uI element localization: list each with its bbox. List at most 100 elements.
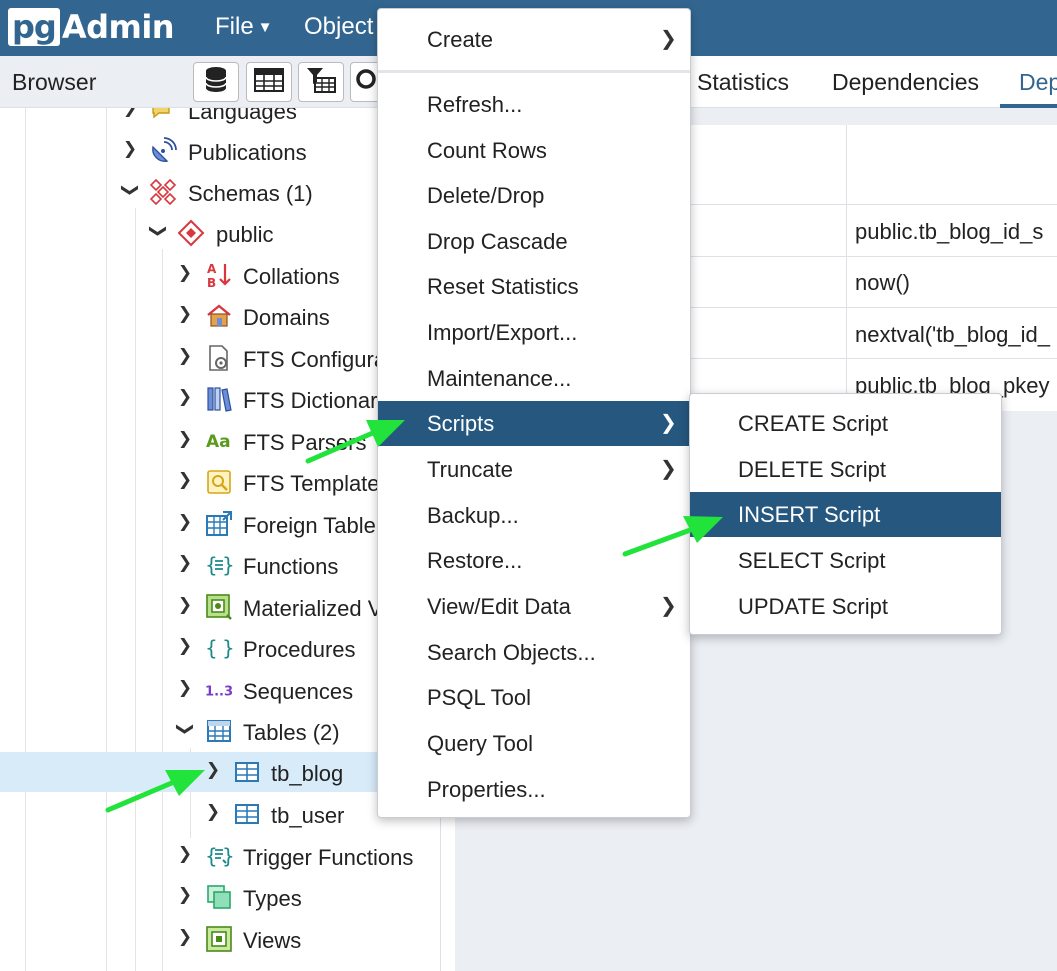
views-icon xyxy=(205,925,233,953)
tree-item-public[interactable]: ❯ public xyxy=(0,213,440,253)
domains-icon xyxy=(205,302,233,330)
submenu-item-label: UPDATE Script xyxy=(738,594,888,619)
menu-item-delete-drop[interactable]: Delete/Drop xyxy=(378,173,690,218)
chevron-down-icon: ❯ xyxy=(176,721,195,737)
svg-text:1..3: 1..3 xyxy=(205,685,233,700)
svg-text:Aa: Aa xyxy=(206,432,231,452)
tree-item-functions[interactable]: ❯ {} Functions xyxy=(0,545,440,585)
chevron-right-icon: ❯ xyxy=(120,108,140,118)
chevron-right-icon: ❯ xyxy=(177,346,193,365)
menu-item-properties[interactable]: Properties... xyxy=(378,767,690,812)
tree-item-label: tb_user xyxy=(271,803,345,828)
tree-item-label: Trigger Functions xyxy=(243,845,414,870)
query-tool-button[interactable] xyxy=(193,62,239,102)
table-row-divider xyxy=(690,307,1057,308)
menu-object-label: Object xyxy=(304,13,374,40)
search-icon xyxy=(355,68,379,97)
procedures-icon: {} xyxy=(205,634,233,662)
chevron-right-icon: ❯ xyxy=(177,844,193,863)
chevron-right-icon: ❯ xyxy=(177,512,193,531)
menu-item-query-tool[interactable]: Query Tool xyxy=(378,721,690,766)
menu-item-refresh[interactable]: Refresh... xyxy=(378,82,690,127)
menu-item-scripts[interactable]: Scripts ❯ xyxy=(378,401,690,446)
tree-item-fts-configurations[interactable]: ❯ FTS Configura xyxy=(0,338,440,378)
tree-item-label: FTS Template xyxy=(243,471,380,496)
trigger-functions-icon: {} xyxy=(205,842,233,870)
tree-item-label: Schemas (1) xyxy=(188,181,313,206)
tree-item-label: Functions xyxy=(243,554,339,579)
tree-item-fts-templates[interactable]: ❯ FTS Template xyxy=(0,462,440,502)
submenu-item-create-script[interactable]: CREATE Script xyxy=(690,401,1001,446)
svg-text:B: B xyxy=(207,276,216,289)
tree-item-sequences[interactable]: ❯ 1..3 Sequences xyxy=(0,670,440,710)
tree-item-collations[interactable]: ❯ AB Collations xyxy=(0,255,440,295)
menu-item-label: Refresh... xyxy=(427,92,523,117)
chevron-down-icon: ▼ xyxy=(257,19,273,37)
tab-dependencies[interactable]: Dependencies xyxy=(832,69,979,96)
menu-item-reset-statistics[interactable]: Reset Statistics xyxy=(378,264,690,309)
menu-item-label: Maintenance... xyxy=(427,366,572,391)
tree-item-fts-parsers[interactable]: ❯ Aa FTS Parsers xyxy=(0,421,440,461)
fts-configuration-icon xyxy=(205,344,233,372)
tree-item-types[interactable]: ❯ Types xyxy=(0,877,440,917)
submenu-item-select-script[interactable]: SELECT Script xyxy=(690,538,1001,583)
tree-item-languages[interactable]: ❯ Languages xyxy=(0,108,440,130)
tree-item-domains[interactable]: ❯ Domains xyxy=(0,296,440,336)
table-icon xyxy=(233,758,261,786)
menu-file[interactable]: File ▼ xyxy=(215,13,273,41)
menu-item-backup[interactable]: Backup... xyxy=(378,493,690,538)
menu-object[interactable]: Object xyxy=(304,13,373,41)
filtered-rows-button[interactable] xyxy=(298,62,344,102)
menu-item-view-edit-data[interactable]: View/Edit Data ❯ xyxy=(378,584,690,629)
tree-item-views[interactable]: ❯ Views xyxy=(0,919,440,959)
submenu-item-update-script[interactable]: UPDATE Script xyxy=(690,584,1001,629)
menu-item-restore[interactable]: Restore... xyxy=(378,538,690,583)
fts-dictionary-icon xyxy=(205,385,233,413)
tree-item-tb-user[interactable]: ❯ tb_user xyxy=(0,794,440,834)
view-data-button[interactable] xyxy=(246,62,292,102)
tree-item-label: tb_blog xyxy=(271,761,344,786)
pgadmin-window: pg Admin File ▼ Object Browser Statistic… xyxy=(0,0,1057,971)
tree-item-foreign-tables[interactable]: ❯ Foreign Table xyxy=(0,504,440,544)
submenu-item-delete-script[interactable]: DELETE Script xyxy=(690,447,1001,492)
browser-tree: ❯ Languages ❯ Publications ❯ Schemas (1)… xyxy=(0,108,441,971)
chevron-right-icon: ❯ xyxy=(177,595,193,614)
tab-dependents[interactable]: Dep xyxy=(1019,69,1057,96)
tree-item-label: Views xyxy=(243,928,302,953)
menu-item-label: Create xyxy=(427,27,494,52)
functions-icon: {} xyxy=(205,551,233,579)
tree-item-publications[interactable]: ❯ Publications xyxy=(0,131,440,171)
tree-item-label: Foreign Table xyxy=(243,513,376,538)
menu-item-maintenance[interactable]: Maintenance... xyxy=(378,356,690,401)
table-row-divider xyxy=(690,256,1057,257)
submenu-item-insert-script[interactable]: INSERT Script xyxy=(690,492,1001,537)
tree-item-label: Procedures xyxy=(243,637,356,662)
menu-item-drop-cascade[interactable]: Drop Cascade xyxy=(378,219,690,264)
menu-item-truncate[interactable]: Truncate ❯ xyxy=(378,447,690,492)
tables-icon xyxy=(205,717,233,745)
menu-item-search-objects[interactable]: Search Objects... xyxy=(378,630,690,675)
database-icon xyxy=(203,66,229,99)
chevron-right-icon: ❯ xyxy=(177,429,193,448)
menu-item-label: PSQL Tool xyxy=(427,685,531,710)
chevron-right-icon: ❯ xyxy=(660,28,677,50)
tree-item-fts-dictionaries[interactable]: ❯ FTS Dictionar xyxy=(0,379,440,419)
tree-item-label: FTS Dictionar xyxy=(243,388,378,413)
sequences-icon: 1..3 xyxy=(205,676,233,704)
tab-statistics[interactable]: Statistics xyxy=(697,69,789,96)
menu-item-create[interactable]: Create ❯ xyxy=(378,17,690,62)
tree-item-procedures[interactable]: ❯ {} Procedures xyxy=(0,628,440,668)
tree-item-materialized-views[interactable]: ❯ Materialized V xyxy=(0,587,440,627)
tree-item-trigger-functions[interactable]: ❯ {} Trigger Functions xyxy=(0,836,440,876)
menu-item-psql-tool[interactable]: PSQL Tool xyxy=(378,675,690,720)
menu-item-count-rows[interactable]: Count Rows xyxy=(378,128,690,173)
menu-item-import-export[interactable]: Import/Export... xyxy=(378,310,690,355)
tree-item-schemas[interactable]: ❯ Schemas (1) xyxy=(0,172,440,212)
chevron-right-icon: ❯ xyxy=(177,885,193,904)
tree-item-tb-blog[interactable]: ❯ tb_blog xyxy=(0,752,440,792)
svg-text:}: } xyxy=(222,636,233,660)
tree-item-tables[interactable]: ❯ Tables (2) xyxy=(0,711,440,751)
menu-item-label: Reset Statistics xyxy=(427,274,579,299)
table-row-divider xyxy=(690,358,1057,359)
chevron-down-icon: ❯ xyxy=(121,182,140,198)
